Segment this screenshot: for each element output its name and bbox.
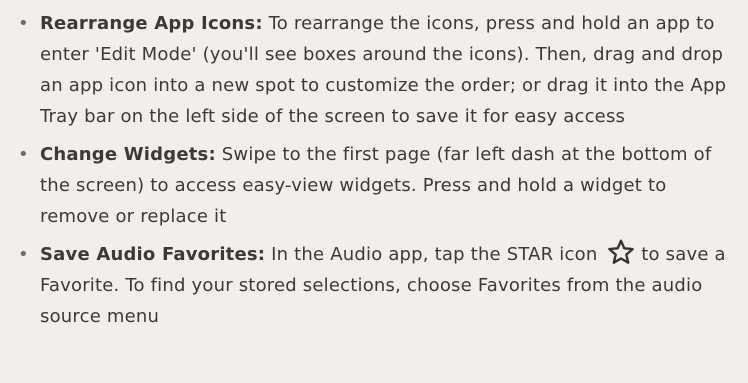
tips-list: • Rearrange App Icons: To rearrange the … bbox=[16, 8, 732, 332]
tip-text-before-icon: In the Audio app, tap the STAR icon bbox=[271, 244, 598, 265]
tip-title: Rearrange App Icons: bbox=[40, 13, 263, 34]
list-item-change-widgets: • Change Widgets: Swipe to the first pag… bbox=[16, 139, 732, 232]
list-item-save-audio-favorites: • Save Audio Favorites: In the Audio app… bbox=[16, 239, 732, 332]
help-page: • Rearrange App Icons: To rearrange the … bbox=[0, 0, 748, 383]
list-item-rearrange-app-icons: • Rearrange App Icons: To rearrange the … bbox=[16, 8, 732, 132]
bullet-icon: • bbox=[18, 144, 29, 165]
tip-title: Change Widgets: bbox=[40, 144, 216, 165]
tip-title: Save Audio Favorites: bbox=[40, 244, 266, 265]
bullet-icon: • bbox=[18, 244, 29, 265]
bullet-icon: • bbox=[18, 13, 29, 34]
star-outline-icon bbox=[607, 239, 635, 265]
